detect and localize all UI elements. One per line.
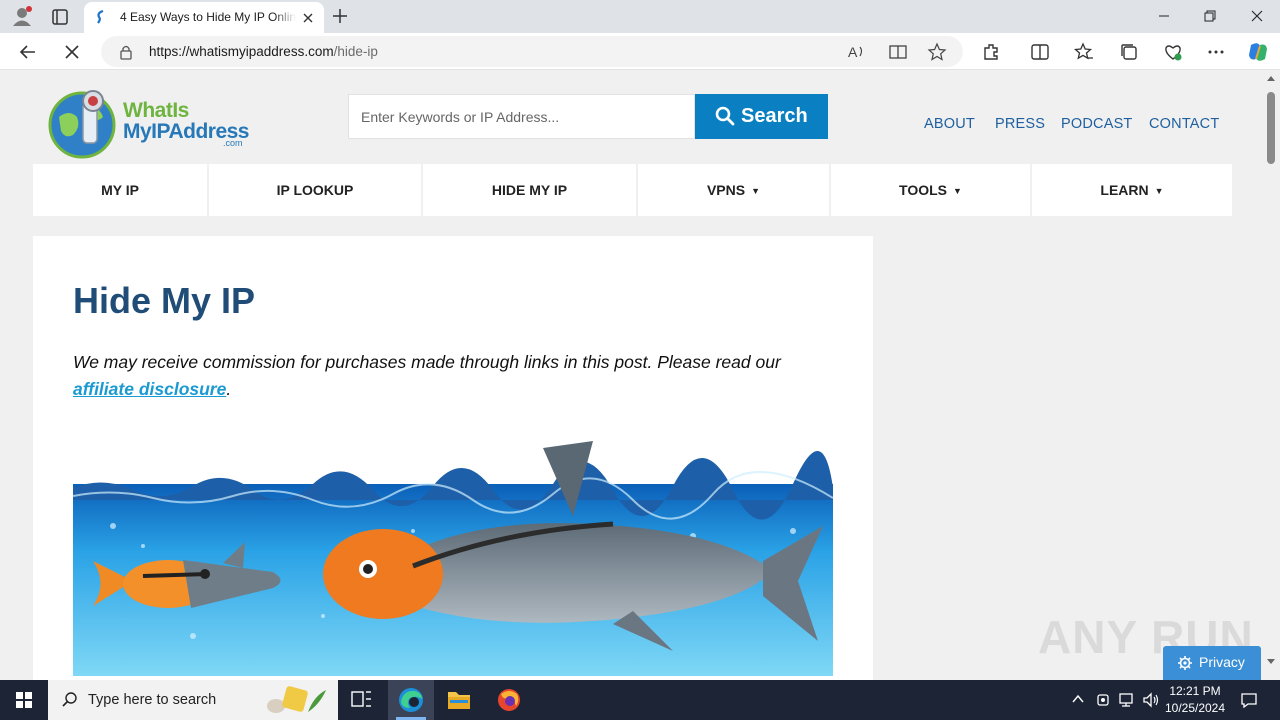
disclaimer-end: . xyxy=(226,379,232,399)
close-window-icon[interactable] xyxy=(1234,0,1280,32)
notifications-icon[interactable] xyxy=(1240,692,1258,713)
logo-suffix: .com xyxy=(223,138,243,148)
site-logo[interactable]: WhatIs MyIPAddress .com xyxy=(47,87,259,161)
svg-text:A: A xyxy=(848,44,858,60)
logo-line-1: WhatIs xyxy=(123,99,189,122)
privacy-label: Privacy xyxy=(1199,654,1245,670)
scrollbar-thumb[interactable] xyxy=(1267,92,1275,164)
browser-tab-active[interactable]: 4 Easy Ways to Hide My IP Online xyxy=(84,2,324,33)
hero-image xyxy=(73,436,833,676)
clock-time: 12:21 PM xyxy=(1169,684,1221,698)
read-aloud-icon[interactable]: A xyxy=(847,42,867,62)
page-title: Hide My IP xyxy=(73,280,256,321)
search-button-label: Search xyxy=(741,105,808,127)
tab-title: 4 Easy Ways to Hide My IP Online xyxy=(120,10,296,24)
stop-loading-icon[interactable] xyxy=(61,41,83,63)
site-search-input[interactable] xyxy=(349,95,694,138)
scroll-up-icon[interactable] xyxy=(1266,74,1276,82)
browser-toolbar: https://whatismyipaddress.com/hide-ip A xyxy=(0,33,1280,70)
top-link-contact[interactable]: CONTACT xyxy=(1149,116,1219,132)
lock-icon[interactable] xyxy=(119,44,133,65)
nav-item-hide-my-ip[interactable]: HIDE MY IP xyxy=(423,164,638,216)
extensions-icon[interactable] xyxy=(980,41,1002,63)
nav-item-ip-lookup[interactable]: IP LOOKUP xyxy=(209,164,423,216)
task-view-icon[interactable] xyxy=(338,680,384,720)
search-icon xyxy=(715,106,735,126)
top-link-podcast[interactable]: PODCAST xyxy=(1061,116,1133,132)
tab-actions-icon[interactable] xyxy=(50,7,70,27)
show-hidden-icons-chevron-icon[interactable] xyxy=(1071,692,1085,711)
main-nav: MY IP IP LOOKUP HIDE MY IP VPNS ▼ TOOLS ▼ … xyxy=(33,164,1232,216)
affiliate-disclaimer: We may receive commission for purchases … xyxy=(73,349,833,403)
new-tab-icon[interactable] xyxy=(330,6,350,26)
nav-label: MY IP xyxy=(101,182,139,198)
edge-taskbar-icon[interactable] xyxy=(388,680,434,720)
file-explorer-icon[interactable] xyxy=(436,680,482,720)
address-bar[interactable]: https://whatismyipaddress.com/hide-ip A xyxy=(101,36,963,67)
windows-start-icon[interactable] xyxy=(0,680,48,720)
nav-label: IP LOOKUP xyxy=(276,182,354,198)
nav-item-vpns[interactable]: VPNS ▼ xyxy=(638,164,831,216)
taskbar-search-box[interactable]: Type here to search xyxy=(48,680,338,720)
url-text[interactable]: https://whatismyipaddress.com/hide-ip xyxy=(149,44,378,59)
split-screen-icon[interactable] xyxy=(1029,41,1051,63)
clock-date: 10/25/2024 xyxy=(1164,701,1226,715)
security-tray-icon[interactable] xyxy=(1095,692,1111,713)
chevron-down-icon: ▼ xyxy=(751,186,761,196)
taskbar-clock[interactable]: 12:21 PM 10/25/2024 xyxy=(1160,683,1230,717)
nav-item-learn[interactable]: LEARN ▼ xyxy=(1032,164,1232,216)
globe-logo-icon xyxy=(48,90,116,159)
fish-shark-illustration xyxy=(73,441,833,676)
windows-taskbar: Type here to search 12:21 PM 10/25/2024 xyxy=(0,680,1280,720)
nav-item-my-ip[interactable]: MY IP xyxy=(33,164,209,216)
gear-icon xyxy=(1178,656,1192,670)
browser-titlebar: 4 Easy Ways to Hide My IP Online xyxy=(0,0,1280,33)
page-viewport: WhatIs MyIPAddress .com Search ABOUT PRE… xyxy=(0,70,1262,680)
immersive-reader-icon[interactable] xyxy=(888,42,908,62)
copilot-icon[interactable] xyxy=(1246,41,1268,63)
site-favicon-icon xyxy=(94,9,108,24)
favorite-star-icon[interactable] xyxy=(927,42,947,62)
url-path: /hide-ip xyxy=(333,44,378,59)
disclaimer-text: We may receive commission for purchases … xyxy=(73,352,781,372)
affiliate-disclosure-link[interactable]: affiliate disclosure xyxy=(73,379,226,399)
chevron-down-icon: ▼ xyxy=(953,186,962,196)
collections-icon[interactable] xyxy=(1118,41,1140,63)
scroll-down-icon[interactable] xyxy=(1266,658,1276,666)
nav-label: HIDE MY IP xyxy=(491,182,568,198)
minimize-icon[interactable] xyxy=(1141,0,1187,32)
nav-item-tools[interactable]: TOOLS ▼ xyxy=(831,164,1032,216)
nav-label: TOOLS xyxy=(899,182,948,198)
article-card: Hide My IP We may receive commission for… xyxy=(33,236,873,680)
nav-label: LEARN xyxy=(1100,182,1149,198)
restore-icon[interactable] xyxy=(1187,0,1233,32)
search-button[interactable]: Search xyxy=(695,94,828,139)
search-icon xyxy=(62,692,77,707)
back-arrow-icon[interactable] xyxy=(17,41,39,63)
more-options-icon[interactable] xyxy=(1205,41,1227,63)
nav-label: VPNS xyxy=(706,182,746,198)
logo-wordmark: WhatIs MyIPAddress xyxy=(123,99,250,142)
network-icon[interactable] xyxy=(1118,692,1136,713)
taskbar-search-placeholder: Type here to search xyxy=(88,692,217,708)
privacy-button[interactable]: Privacy xyxy=(1163,646,1261,680)
browser-essentials-icon[interactable] xyxy=(1162,41,1184,63)
page-scrollbar[interactable] xyxy=(1262,70,1280,680)
search-highlight-icon xyxy=(267,686,326,713)
profile-icon[interactable] xyxy=(10,5,34,27)
tab-close-icon[interactable] xyxy=(300,10,316,26)
favorites-icon[interactable] xyxy=(1073,41,1095,63)
firefox-icon[interactable] xyxy=(486,680,532,720)
chevron-down-icon: ▼ xyxy=(1154,186,1164,196)
volume-icon[interactable] xyxy=(1142,692,1160,713)
site-search-box xyxy=(348,94,695,139)
top-link-press[interactable]: PRESS xyxy=(995,116,1045,132)
url-host: https://whatismyipaddress.com xyxy=(149,44,334,59)
top-link-about[interactable]: ABOUT xyxy=(924,116,975,132)
tab-title-fade xyxy=(274,6,296,28)
